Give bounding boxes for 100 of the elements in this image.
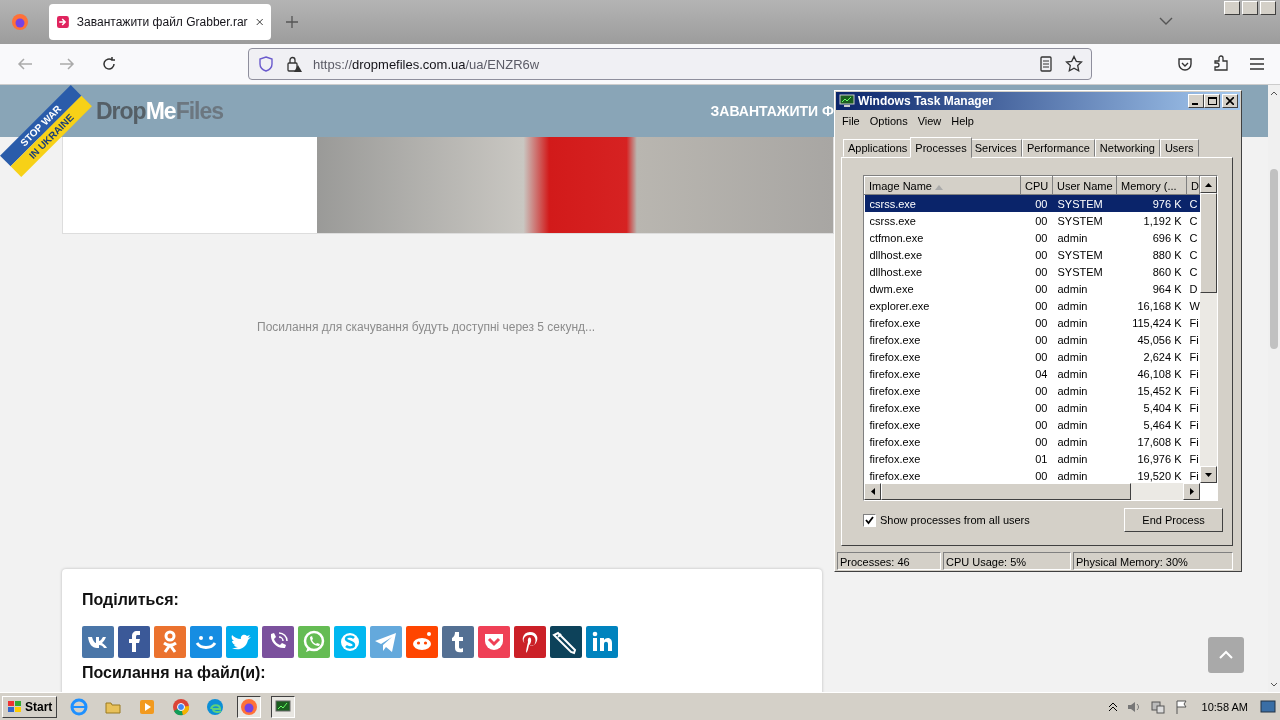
maximize-icon xyxy=(1207,97,1217,105)
minimize-button[interactable] xyxy=(1224,1,1240,15)
maximize-button[interactable] xyxy=(1204,94,1220,108)
wait-message: Посилання для скачування будуть доступні через 5 секунд... xyxy=(257,320,596,334)
minimize-button[interactable] xyxy=(1188,94,1204,108)
browser-tab[interactable]: Завантажити файл Grabber.rar xyxy=(49,4,271,40)
table-cell-text: Fi xyxy=(1188,417,1200,433)
process-row[interactable]: firefox.exe 01 admin 16,976 K Fi xyxy=(864,450,1200,467)
tab[interactable]: Services xyxy=(969,139,1022,157)
share-button[interactable] xyxy=(118,626,150,658)
process-row[interactable]: ctfmon.exe 00 admin 696 K C xyxy=(864,229,1200,246)
table-cell-text: admin xyxy=(1056,400,1089,416)
scroll-right-icon[interactable] xyxy=(1189,488,1194,495)
start-button[interactable]: Start xyxy=(2,695,58,718)
taskbar-app-button[interactable] xyxy=(237,695,262,718)
scroll-down-icon[interactable] xyxy=(1270,681,1278,689)
checkbox-label[interactable]: Show processes from all users xyxy=(880,514,1030,526)
network-icon[interactable] xyxy=(1149,698,1166,715)
table-cell-text: admin xyxy=(1056,332,1089,348)
scroll-left-icon[interactable] xyxy=(870,488,875,495)
vertical-scrollbar[interactable] xyxy=(1200,176,1217,483)
process-row[interactable]: firefox.exe 00 admin 5,464 K Fi xyxy=(864,416,1200,433)
pocket-icon[interactable] xyxy=(1176,55,1194,73)
column-header[interactable]: Memory (... xyxy=(1116,176,1187,195)
tab[interactable]: Users xyxy=(1159,139,1199,157)
process-row[interactable]: firefox.exe 00 admin 45,056 K Fi xyxy=(864,331,1200,348)
table-cell-text: ctfmon.exe xyxy=(868,230,925,246)
share-button[interactable] xyxy=(442,626,474,658)
table-cell-text: 17,608 K xyxy=(1136,434,1183,450)
tab[interactable]: Networking xyxy=(1094,139,1160,157)
lock-warning-icon[interactable] xyxy=(285,55,303,73)
scroll-up-icon[interactable] xyxy=(1205,182,1212,187)
share-button[interactable] xyxy=(82,626,114,658)
table-cell-text: Fi xyxy=(1188,434,1200,450)
process-row[interactable]: firefox.exe 00 admin 17,608 K Fi xyxy=(864,433,1200,450)
menu-item[interactable]: Help xyxy=(947,113,978,129)
chevron-down-icon[interactable] xyxy=(1159,16,1173,26)
column-header[interactable]: CPU xyxy=(1020,176,1053,195)
scrollbar-thumb[interactable] xyxy=(1200,193,1217,293)
process-row[interactable]: firefox.exe 00 admin 19,520 K Fi xyxy=(864,467,1200,483)
process-row[interactable]: dwm.exe 00 admin 964 K D xyxy=(864,280,1200,297)
scroll-up-icon[interactable] xyxy=(1270,89,1278,97)
browser-logo-icon[interactable] xyxy=(11,13,29,31)
table-cell: SYSTEM xyxy=(1052,212,1117,229)
table-cell: csrss.exe xyxy=(864,212,1021,229)
firefox-logo-icon xyxy=(240,697,259,716)
share-button[interactable] xyxy=(550,626,582,658)
table-cell-text: 5,404 K xyxy=(1142,400,1183,416)
tab[interactable]: Processes xyxy=(910,137,972,158)
column-header[interactable]: Image Name xyxy=(864,176,1021,195)
status-field: CPU Usage: 5% xyxy=(943,552,1071,570)
table-cell-text: 19,520 K xyxy=(1136,468,1183,483)
address-bar[interactable]: https://dropmefiles.com.ua/ua/ENZR6w xyxy=(248,48,1092,80)
horizontal-scrollbar[interactable] xyxy=(864,483,1200,500)
table-cell-text: dllhost.exe xyxy=(868,264,924,280)
desktop-icon[interactable] xyxy=(1260,699,1276,714)
table-cell-text: Fi xyxy=(1188,349,1200,365)
table-cell-text: SYSTEM xyxy=(1056,264,1104,280)
table-cell-text: firefox.exe xyxy=(868,451,922,467)
chevron-up-icon[interactable] xyxy=(1107,701,1118,712)
menu-icon[interactable] xyxy=(1248,55,1266,73)
tab[interactable]: Performance xyxy=(1021,139,1095,157)
menu-item[interactable]: View xyxy=(913,113,946,129)
process-row[interactable]: explorer.exe 00 admin 16,168 K W xyxy=(864,297,1200,314)
process-row[interactable]: firefox.exe 00 admin 2,624 K Fi xyxy=(864,348,1200,365)
process-row[interactable]: dllhost.exe 00 SYSTEM 860 K C xyxy=(864,263,1200,280)
close-icon[interactable] xyxy=(255,17,263,27)
share-button[interactable] xyxy=(262,626,294,658)
process-row[interactable]: csrss.exe 00 SYSTEM 1,192 K C xyxy=(864,212,1200,229)
taskbar-app-button[interactable] xyxy=(271,695,296,718)
table-cell-text: firefox.exe xyxy=(868,349,922,365)
share-button[interactable] xyxy=(514,626,546,658)
flag-icon[interactable] xyxy=(1173,698,1190,715)
checkbox[interactable] xyxy=(863,513,876,527)
scrollbar-thumb[interactable] xyxy=(881,483,1131,500)
tab[interactable]: Applications xyxy=(843,139,913,157)
process-row[interactable]: dllhost.exe 00 SYSTEM 880 K C xyxy=(864,246,1200,263)
process-row[interactable]: firefox.exe 00 admin 15,452 K Fi xyxy=(864,382,1200,399)
star-icon[interactable] xyxy=(1065,55,1083,73)
close-button[interactable] xyxy=(1222,94,1238,108)
menu-item[interactable]: Options xyxy=(865,113,912,129)
restore-button[interactable] xyxy=(1242,1,1258,15)
process-row[interactable]: firefox.exe 04 admin 46,108 K Fi xyxy=(864,365,1200,382)
close-button[interactable] xyxy=(1260,1,1276,15)
column-header[interactable]: User Name xyxy=(1052,176,1117,195)
table-cell-text: 00 xyxy=(1034,468,1049,483)
scroll-down-icon[interactable] xyxy=(1205,472,1212,477)
puzzle-icon[interactable] xyxy=(1212,55,1230,73)
process-row[interactable]: firefox.exe 00 admin 5,404 K Fi xyxy=(864,399,1200,416)
menu-item[interactable]: File xyxy=(838,113,864,129)
reload-icon[interactable] xyxy=(100,55,118,73)
end-process-button[interactable]: End Process xyxy=(1124,508,1223,532)
reader-view-icon[interactable] xyxy=(1037,55,1055,73)
process-row[interactable]: firefox.exe 00 admin 115,424 K Fi xyxy=(864,314,1200,331)
scrollbar-thumb[interactable] xyxy=(1270,169,1278,349)
table-cell-text: Fi xyxy=(1188,366,1200,382)
table-cell-text: 00 xyxy=(1034,400,1049,416)
process-row[interactable]: csrss.exe 00 SYSTEM 976 K C xyxy=(864,194,1200,212)
shield-icon[interactable] xyxy=(257,55,275,73)
table-cell-text: 00 xyxy=(1034,298,1049,314)
